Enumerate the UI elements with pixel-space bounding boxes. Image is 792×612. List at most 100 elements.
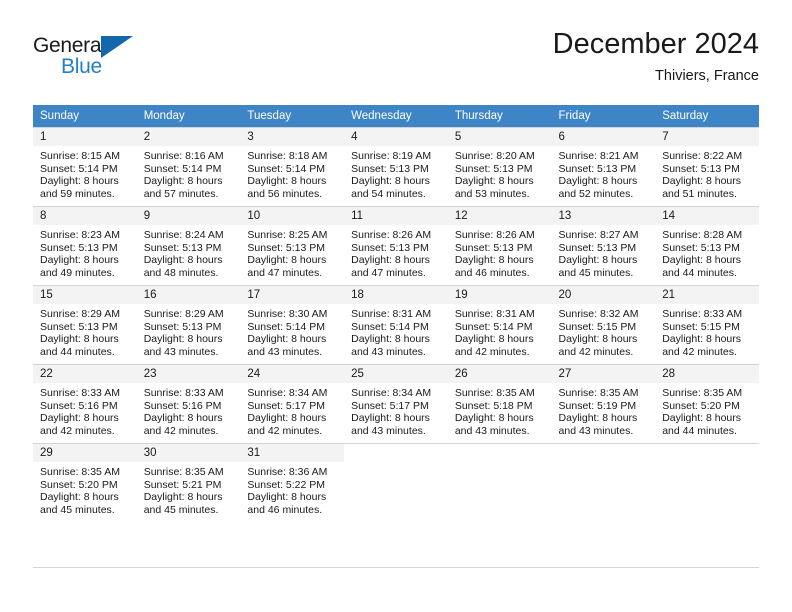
sunrise-text: Sunrise: 8:35 AM — [662, 387, 743, 399]
daylight-text-line1: Daylight: 8 hours — [40, 491, 119, 504]
calendar-day-cell[interactable]: 23 Sunrise: 8:33 AM Sunset: 5:16 PM Dayligh… — [136, 364, 241, 443]
calendar-day-cell[interactable]: 5 Sunrise: 8:20 AM Sunset: 5:13 PM Daylight… — [447, 127, 552, 206]
sunset-text: Sunset: 5:16 PM — [40, 399, 118, 412]
calendar-cell-inner: 27 Sunrise: 8:35 AM Sunset: 5:19 PM Dayligh… — [551, 364, 656, 443]
daylight-text-line2: and 57 minutes. — [143, 187, 219, 200]
page-header: General Blue December 2024 Thiviers, Fra… — [33, 26, 759, 96]
daylight-text-line1: Daylight: 8 hours — [40, 254, 119, 267]
calendar-day-cell[interactable]: 27 Sunrise: 8:35 AM Sunset: 5:19 PM Dayligh… — [551, 364, 656, 443]
calendar-day-cell[interactable]: 29 Sunrise: 8:35 AM Sunset: 5:20 PM Dayligh… — [33, 443, 137, 529]
day-number — [655, 444, 759, 462]
calendar-day-cell[interactable]: 30 Sunrise: 8:35 AM Sunset: 5:21 PM Dayligh… — [136, 443, 241, 529]
calendar-day-cell[interactable]: 10 Sunrise: 8:25 AM Sunset: 5:13 PM Dayligh… — [240, 206, 345, 285]
calendar-day-cell[interactable]: 25 Sunrise: 8:34 AM Sunset: 5:17 PM Dayligh… — [344, 364, 448, 443]
sunset-text: Sunset: 5:13 PM — [454, 162, 533, 175]
calendar-day-cell[interactable]: 22 Sunrise: 8:33 AM Sunset: 5:16 PM Dayligh… — [33, 364, 137, 443]
calendar-day-cell[interactable]: 19 Sunrise: 8:31 AM Sunset: 5:14 PM Dayligh… — [447, 285, 552, 364]
calendar-cell-inner — [344, 443, 448, 529]
calendar-day-cell[interactable]: 3 Sunrise: 8:18 AM Sunset: 5:14 PM Daylight… — [240, 127, 345, 206]
calendar-cell-inner — [655, 443, 759, 529]
calendar-cell-empty — [655, 443, 759, 529]
calendar-cell-inner: 28 Sunrise: 8:35 AM Sunset: 5:20 PM Dayligh… — [655, 364, 759, 443]
sunrise-text: Sunrise: 8:25 AM — [247, 229, 328, 241]
calendar-day-cell[interactable]: 8 Sunrise: 8:23 AM Sunset: 5:13 PM Daylight… — [33, 206, 137, 285]
sunrise-text: Sunrise: 8:35 AM — [40, 466, 120, 478]
calendar-day-cell[interactable]: 20 Sunrise: 8:32 AM Sunset: 5:15 PM Dayligh… — [551, 285, 656, 364]
calendar-day-cell[interactable]: 14 Sunrise: 8:28 AM Sunset: 5:13 PM Dayligh… — [655, 206, 759, 285]
calendar-day-cell[interactable]: 9 Sunrise: 8:24 AM Sunset: 5:13 PM Daylight… — [136, 206, 241, 285]
calendar-cell-inner: 17 Sunrise: 8:30 AM Sunset: 5:14 PM Dayligh… — [240, 285, 345, 364]
calendar-day-cell[interactable]: 6 Sunrise: 8:21 AM Sunset: 5:13 PM Daylight… — [551, 127, 656, 206]
daylight-text-line1: Daylight: 8 hours — [662, 412, 742, 425]
calendar-cell-inner: 6 Sunrise: 8:21 AM Sunset: 5:13 PM Daylight… — [551, 127, 656, 206]
calendar-cell-inner: 7 Sunrise: 8:22 AM Sunset: 5:13 PM Daylight… — [655, 127, 759, 206]
calendar-day-cell[interactable]: 16 Sunrise: 8:29 AM Sunset: 5:13 PM Dayligh… — [136, 285, 241, 364]
daylight-text-line1: Daylight: 8 hours — [247, 175, 327, 188]
daylight-text-line1: Daylight: 8 hours — [558, 412, 638, 425]
weekday-header-tuesday: Tuesday — [240, 105, 345, 127]
calendar-cell-inner: 11 Sunrise: 8:26 AM Sunset: 5:13 PM Dayligh… — [344, 206, 448, 285]
location-subtitle: Thiviers, France — [655, 68, 759, 84]
day-number: 7 — [655, 128, 759, 146]
daylight-text-line2: and 43 minutes. — [454, 424, 530, 437]
calendar-cell-inner: 14 Sunrise: 8:28 AM Sunset: 5:13 PM Dayligh… — [655, 206, 759, 285]
calendar-cell-inner: 21 Sunrise: 8:33 AM Sunset: 5:15 PM Dayligh… — [655, 285, 759, 364]
day-details: Sunrise: 8:27 AM Sunset: 5:13 PM Daylight:… — [552, 225, 656, 279]
day-details: Sunrise: 8:23 AM Sunset: 5:13 PM Daylight:… — [33, 225, 137, 279]
sunrise-text: Sunrise: 8:33 AM — [662, 308, 743, 320]
sunset-text: Sunset: 5:14 PM — [40, 162, 118, 175]
sunset-text: Sunset: 5:17 PM — [351, 399, 429, 412]
sunset-text: Sunset: 5:14 PM — [247, 320, 326, 333]
calendar-day-cell[interactable]: 24 Sunrise: 8:34 AM Sunset: 5:17 PM Dayligh… — [240, 364, 345, 443]
daylight-text-line2: and 42 minutes. — [247, 424, 323, 437]
calendar-day-cell[interactable]: 13 Sunrise: 8:27 AM Sunset: 5:13 PM Dayligh… — [551, 206, 656, 285]
daylight-text-line2: and 53 minutes. — [454, 187, 530, 200]
daylight-text-line1: Daylight: 8 hours — [662, 175, 742, 188]
daylight-text-line2: and 44 minutes. — [662, 424, 737, 437]
weekday-header-wednesday: Wednesday — [344, 105, 448, 127]
calendar-day-cell[interactable]: 2 Sunrise: 8:16 AM Sunset: 5:14 PM Daylight… — [136, 127, 241, 206]
calendar-day-cell[interactable]: 4 Sunrise: 8:19 AM Sunset: 5:13 PM Daylight… — [344, 127, 448, 206]
day-details: Sunrise: 8:22 AM Sunset: 5:13 PM Daylight:… — [655, 146, 759, 200]
sunset-text: Sunset: 5:15 PM — [558, 320, 637, 333]
day-details: Sunrise: 8:33 AM Sunset: 5:16 PM Daylight:… — [137, 383, 241, 437]
day-number — [344, 444, 448, 462]
calendar-day-cell[interactable]: 21 Sunrise: 8:33 AM Sunset: 5:15 PM Dayligh… — [655, 285, 759, 364]
calendar-day-cell[interactable]: 17 Sunrise: 8:30 AM Sunset: 5:14 PM Dayligh… — [240, 285, 345, 364]
day-number: 1 — [33, 128, 137, 146]
calendar-day-cell[interactable]: 15 Sunrise: 8:29 AM Sunset: 5:13 PM Dayligh… — [33, 285, 137, 364]
sunset-text: Sunset: 5:21 PM — [143, 478, 222, 491]
day-details: Sunrise: 8:25 AM Sunset: 5:13 PM Daylight:… — [240, 225, 344, 279]
daylight-text-line1: Daylight: 8 hours — [143, 412, 223, 425]
day-number: 9 — [136, 207, 241, 225]
sunrise-text: Sunrise: 8:26 AM — [351, 229, 432, 241]
daylight-text-line2: and 42 minutes. — [558, 345, 634, 358]
sunrise-text: Sunrise: 8:34 AM — [351, 387, 432, 399]
daylight-text-line1: Daylight: 8 hours — [143, 491, 223, 504]
brand-logo[interactable]: General Blue — [33, 34, 153, 86]
sunrise-text: Sunrise: 8:32 AM — [558, 308, 639, 320]
calendar-day-cell[interactable]: 28 Sunrise: 8:35 AM Sunset: 5:20 PM Dayligh… — [655, 364, 759, 443]
weekday-header-saturday: Saturday — [655, 105, 759, 127]
daylight-text-line2: and 45 minutes. — [40, 503, 115, 516]
calendar-day-cell[interactable]: 12 Sunrise: 8:26 AM Sunset: 5:13 PM Dayligh… — [447, 206, 552, 285]
sunset-text: Sunset: 5:13 PM — [662, 162, 740, 175]
brand-triangle-icon — [101, 36, 133, 58]
sunrise-text: Sunrise: 8:30 AM — [247, 308, 328, 320]
sunrise-text: Sunrise: 8:29 AM — [40, 308, 120, 320]
calendar-day-cell[interactable]: 11 Sunrise: 8:26 AM Sunset: 5:13 PM Dayligh… — [344, 206, 448, 285]
calendar-cell-inner: 30 Sunrise: 8:35 AM Sunset: 5:21 PM Dayligh… — [136, 443, 241, 529]
daylight-text-line2: and 42 minutes. — [454, 345, 530, 358]
calendar-day-cell[interactable]: 31 Sunrise: 8:36 AM Sunset: 5:22 PM Dayligh… — [240, 443, 345, 529]
calendar-day-cell[interactable]: 18 Sunrise: 8:31 AM Sunset: 5:14 PM Dayligh… — [344, 285, 448, 364]
day-details: Sunrise: 8:35 AM Sunset: 5:19 PM Daylight:… — [552, 383, 656, 437]
calendar-day-cell[interactable]: 1 Sunrise: 8:15 AM Sunset: 5:14 PM Daylight… — [33, 127, 137, 206]
daylight-text-line1: Daylight: 8 hours — [247, 412, 327, 425]
calendar-day-cell[interactable]: 7 Sunrise: 8:22 AM Sunset: 5:13 PM Daylight… — [655, 127, 759, 206]
daylight-text-line1: Daylight: 8 hours — [454, 175, 534, 188]
sunset-text: Sunset: 5:17 PM — [247, 399, 326, 412]
day-details: Sunrise: 8:31 AM Sunset: 5:14 PM Daylight:… — [344, 304, 448, 358]
calendar-day-cell[interactable]: 26 Sunrise: 8:35 AM Sunset: 5:18 PM Dayligh… — [447, 364, 552, 443]
daylight-text-line2: and 54 minutes. — [351, 187, 426, 200]
day-details: Sunrise: 8:30 AM Sunset: 5:14 PM Daylight:… — [240, 304, 344, 358]
